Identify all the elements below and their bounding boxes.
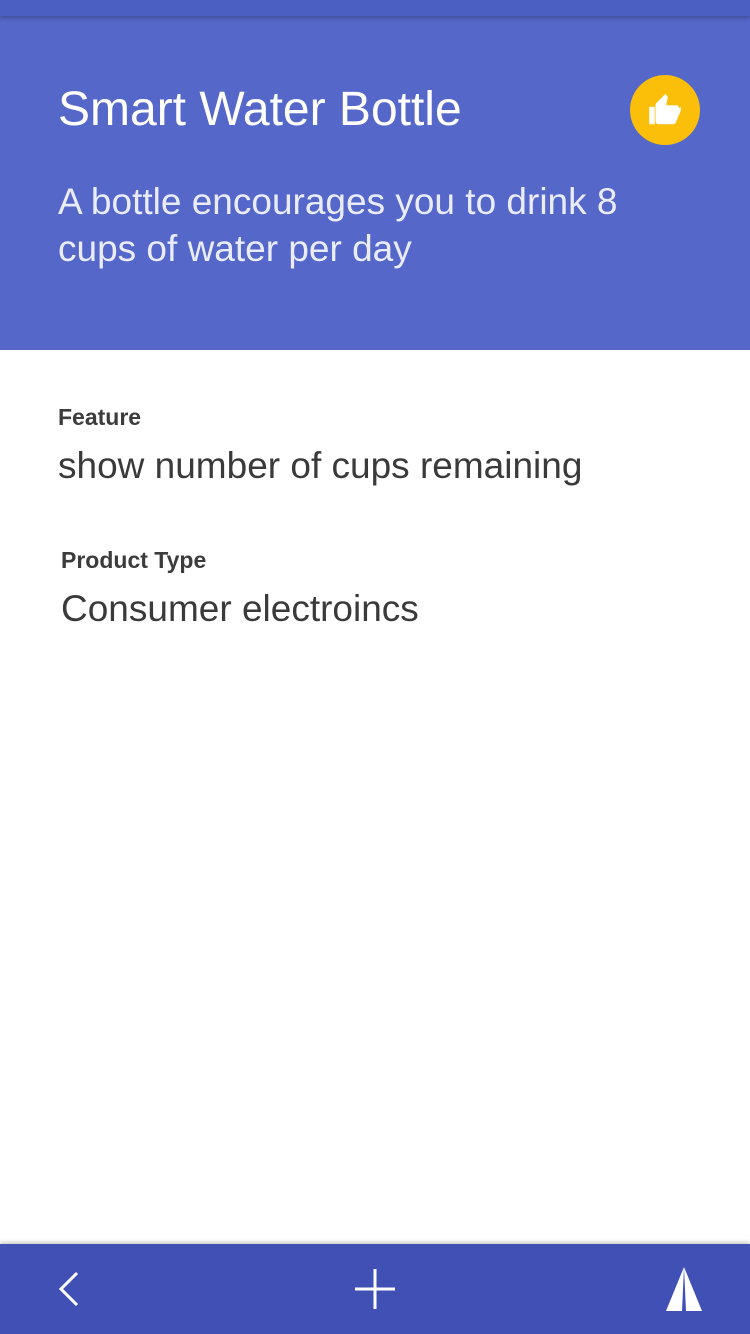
product-type-label: Product Type <box>61 547 207 573</box>
chevron-left-icon <box>58 1271 79 1307</box>
plus-icon <box>355 1269 395 1309</box>
navigation-arrow-icon <box>666 1267 702 1311</box>
product-type-value: Consumer electroincs <box>61 588 419 629</box>
status-bar <box>0 0 750 16</box>
page-title: Smart Water Bottle <box>58 83 462 136</box>
feature-label: Feature <box>58 404 142 430</box>
product-header: Smart Water Bottle A bottle encourages y… <box>0 0 750 350</box>
bottom-navigation-bar <box>0 1244 750 1334</box>
navigate-button[interactable] <box>639 1244 729 1334</box>
add-button[interactable] <box>330 1244 420 1334</box>
feature-value: show number of cups remaining <box>58 445 583 486</box>
product-description: A bottle encourages you to drink 8 cups … <box>58 181 618 269</box>
back-button[interactable] <box>26 1244 116 1334</box>
thumbs-up-icon <box>649 94 681 125</box>
like-button[interactable] <box>630 75 700 145</box>
product-detail-screen: Smart Water Bottle A bottle encourages y… <box>0 0 750 1334</box>
